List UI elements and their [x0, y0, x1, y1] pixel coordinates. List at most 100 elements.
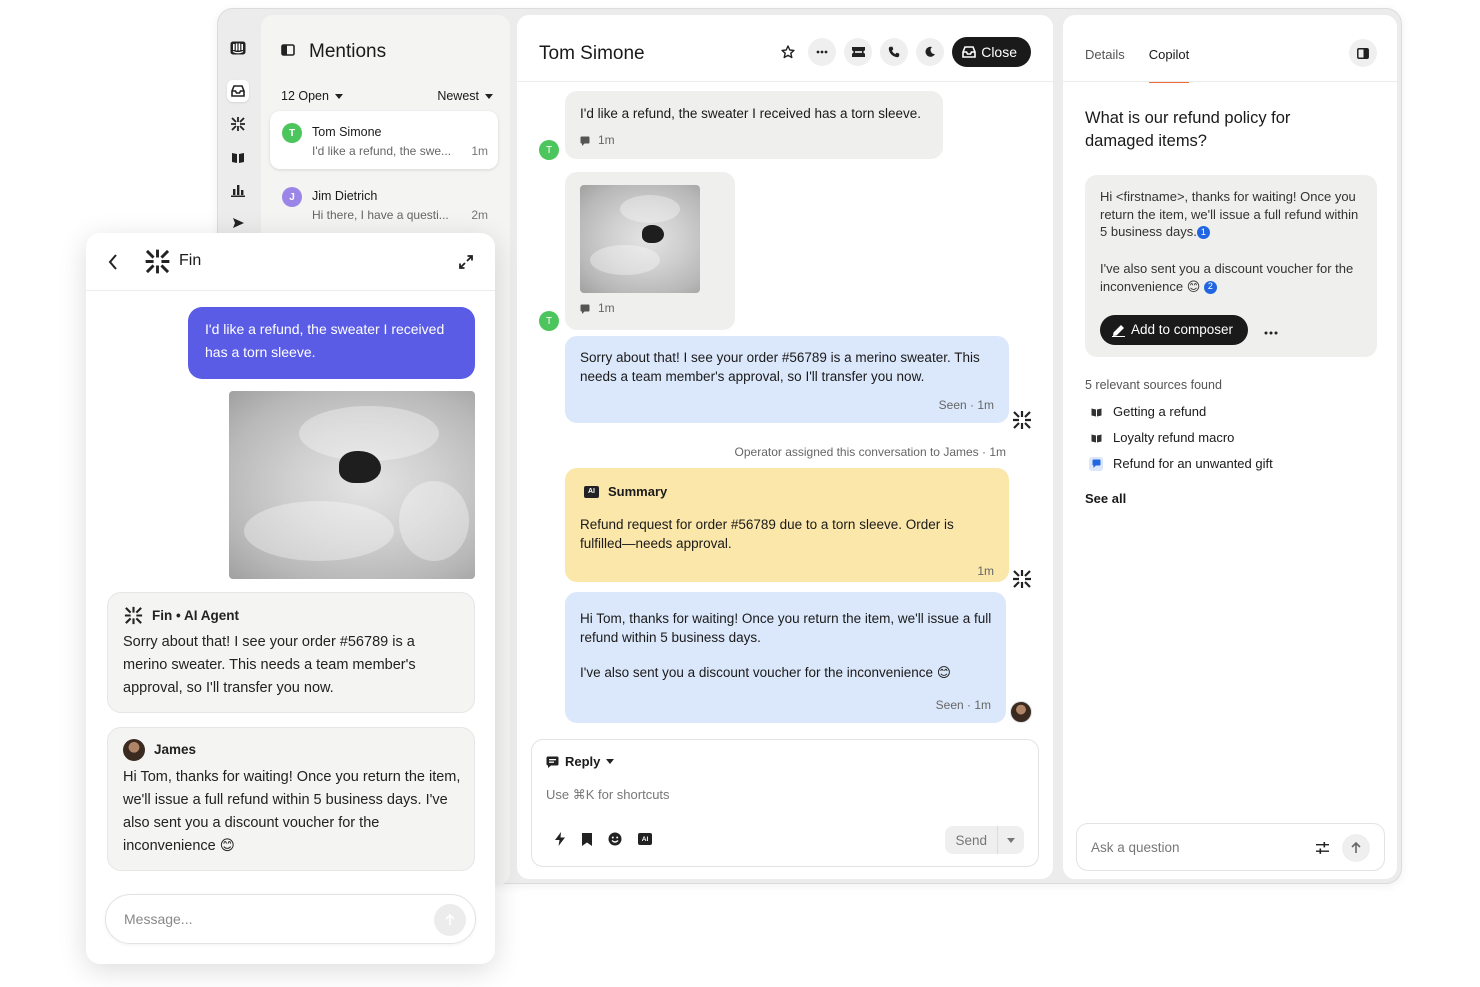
more-options-icon[interactable]: [808, 38, 837, 66]
message-meta: 1m: [580, 299, 615, 318]
bookmark-icon[interactable]: [582, 832, 592, 846]
ticket-icon[interactable]: [844, 38, 873, 66]
message-text-body: Hi Tom, thanks for waiting! Once you ret…: [123, 769, 461, 854]
filters-icon[interactable]: [1316, 842, 1329, 854]
fin-messenger-widget: Fin I'd like a refund, the sweater I rec…: [86, 233, 495, 964]
star-icon[interactable]: [776, 38, 800, 66]
message-time: 1m: [598, 301, 615, 315]
answer-text: I've also sent you a discount voucher fo…: [1100, 261, 1354, 294]
reply-mode-label: Reply: [565, 754, 601, 769]
source-item[interactable]: Loyalty refund macro: [1089, 430, 1234, 445]
chat-icon: [580, 304, 590, 314]
message-meta: Seen · 1m: [935, 698, 991, 712]
message-meta: 1m: [580, 131, 615, 150]
fin-icon: [124, 606, 143, 625]
fin-icon: [1013, 570, 1031, 588]
back-arrow-icon[interactable]: [108, 254, 118, 270]
user-message: I'd like a refund, the sweater I receive…: [188, 307, 475, 379]
article-icon: [1089, 405, 1103, 419]
divider: [1063, 81, 1397, 82]
smile-emoji: 😊: [1186, 278, 1201, 294]
phone-icon[interactable]: [880, 38, 909, 66]
expand-icon[interactable]: [459, 255, 473, 269]
message-text: Sorry about that! I see your order #5678…: [123, 634, 416, 696]
tab-copilot[interactable]: Copilot: [1148, 47, 1190, 83]
agent-name: Fin • AI Agent: [152, 608, 239, 623]
avatar: T: [539, 311, 559, 331]
open-filter-dropdown[interactable]: 12 Open: [281, 89, 343, 103]
conversation-list-item[interactable]: T Tom Simone I'd like a refund, the swe.…: [270, 111, 498, 169]
message-snippet: Hi there, I have a questi...: [312, 208, 449, 222]
citation-badge[interactable]: 1: [1196, 226, 1210, 240]
source-item[interactable]: Getting a refund: [1089, 404, 1206, 419]
sort-dropdown[interactable]: Newest: [437, 89, 493, 103]
snooze-icon[interactable]: [916, 38, 945, 66]
message-time: 1m: [598, 133, 615, 147]
source-title: Refund for an unwanted gift: [1113, 456, 1273, 471]
chevron-down-icon: [606, 759, 615, 764]
reply-mode-dropdown[interactable]: Reply: [546, 754, 615, 769]
fin-icon: [1013, 411, 1031, 429]
avatar: T: [539, 140, 559, 160]
message-text: I'd like a refund, the sweater I receive…: [580, 106, 922, 121]
close-label: Close: [981, 44, 1017, 60]
ai-badge-icon: AI: [584, 485, 599, 498]
send-button[interactable]: Send: [945, 833, 997, 848]
knowledge-icon[interactable]: [227, 146, 249, 168]
sweater-photo[interactable]: [229, 391, 475, 579]
inbox-icon[interactable]: [227, 80, 249, 102]
add-to-composer-button[interactable]: Add to composer: [1100, 315, 1249, 345]
inbox-logo-icon[interactable]: [227, 37, 249, 59]
outbound-icon[interactable]: [227, 212, 249, 234]
more-options-icon[interactable]: [1264, 322, 1278, 340]
collapse-panel-icon[interactable]: [1349, 39, 1377, 67]
sidebar-tabs: Details Copilot: [1085, 47, 1190, 83]
ai-assist-icon[interactable]: AI: [638, 833, 652, 845]
sort-label: Newest: [437, 89, 479, 103]
messenger-header: Fin: [86, 233, 495, 291]
divider: [517, 81, 1053, 82]
open-filter-label: 12 Open: [281, 89, 329, 103]
customer-image-message: 1m: [565, 172, 735, 330]
agent-header: James: [123, 738, 196, 761]
chevron-down-icon: [485, 93, 493, 99]
reports-icon[interactable]: [227, 179, 249, 201]
smile-emoji: 😊: [936, 665, 951, 680]
reply-icon: [546, 756, 559, 768]
arrow-up-icon: [1351, 842, 1361, 853]
composer-input[interactable]: Use ⌘K for shortcuts: [546, 787, 670, 803]
emoji-icon[interactable]: [608, 832, 622, 846]
chevron-down-icon: [1007, 837, 1015, 843]
conversation-list-item[interactable]: J Jim Dietrich Hi there, I have a questi…: [270, 175, 498, 233]
chevron-down-icon: [334, 93, 343, 99]
smile-emoji: 😊: [219, 838, 235, 854]
message-input[interactable]: Message...: [105, 894, 476, 944]
avatar: T: [282, 123, 302, 143]
fin-icon[interactable]: [227, 113, 249, 135]
customer-message: I'd like a refund, the sweater I receive…: [565, 91, 943, 159]
lightning-icon[interactable]: [554, 832, 566, 846]
macro-icon: [1089, 431, 1103, 445]
submit-question-button[interactable]: [1342, 834, 1370, 862]
composer-toolbar: AI: [554, 832, 652, 846]
send-message-button[interactable]: [434, 904, 466, 936]
copilot-answer-card: Hi <firstname>, thanks for waiting! Once…: [1085, 175, 1377, 357]
copilot-ask-input[interactable]: Ask a question: [1076, 823, 1385, 871]
agent-header: Fin • AI Agent: [123, 604, 239, 627]
send-options-dropdown[interactable]: [998, 837, 1024, 843]
answer-text: Hi <firstname>, thanks for waiting! Once…: [1100, 189, 1359, 239]
message-text: Hi Tom, thanks for waiting! Once you ret…: [123, 766, 463, 858]
tab-details[interactable]: Details: [1085, 47, 1125, 62]
source-item[interactable]: Refund for an unwanted gift: [1089, 456, 1273, 471]
arrow-up-icon: [445, 914, 455, 925]
panel-toggle-icon[interactable]: [281, 43, 295, 61]
close-conversation-button[interactable]: Close: [952, 37, 1031, 67]
sweater-photo[interactable]: [580, 185, 700, 293]
reply-composer: Reply Use ⌘K for shortcuts AI Send: [531, 739, 1039, 867]
message-text: Hi Tom, thanks for waiting! Once you ret…: [580, 611, 992, 645]
citation-badge[interactable]: 2: [1203, 280, 1217, 294]
message-text: I've also sent you a discount voucher fo…: [580, 663, 995, 682]
mentions-title: Mentions: [309, 41, 387, 62]
see-all-link[interactable]: See all: [1085, 491, 1126, 506]
sources-count: 5 relevant sources found: [1085, 378, 1222, 392]
